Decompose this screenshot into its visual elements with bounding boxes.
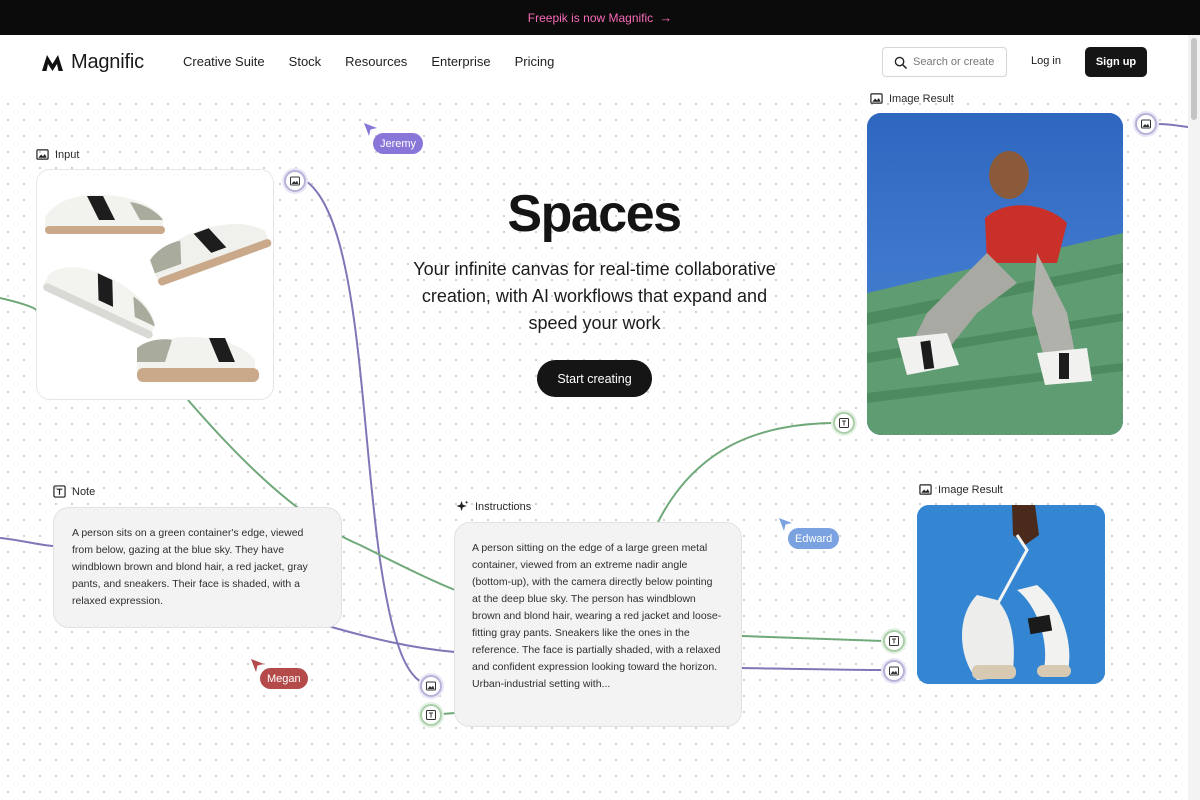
person-on-container-image bbox=[867, 113, 1123, 435]
nav-pricing[interactable]: Pricing bbox=[515, 54, 555, 69]
wire-left-green bbox=[0, 297, 38, 313]
image-result2-card[interactable] bbox=[917, 505, 1105, 684]
image-icon bbox=[919, 484, 932, 495]
text-icon bbox=[53, 485, 66, 498]
note-card[interactable]: A person sits on a green container's edg… bbox=[53, 507, 342, 628]
instructions-card[interactable]: A person sitting on the edge of a large … bbox=[454, 522, 742, 727]
wire-instructions-to-result bbox=[657, 422, 834, 523]
input-node-label: Input bbox=[36, 148, 79, 161]
instructions-text-port[interactable] bbox=[420, 704, 442, 726]
wire-note-left bbox=[0, 537, 54, 547]
image-result-label: Image Result bbox=[870, 92, 954, 105]
image-result2-label-text: Image Result bbox=[938, 483, 1003, 496]
scrollbar-thumb[interactable] bbox=[1191, 38, 1197, 120]
image-icon bbox=[870, 93, 883, 104]
search-input[interactable] bbox=[913, 56, 1003, 68]
instructions-text: A person sitting on the edge of a large … bbox=[472, 542, 722, 690]
wire-result-right bbox=[1156, 123, 1188, 128]
scrollbar[interactable] bbox=[1188, 35, 1200, 800]
top-navbar: Magnific Creative Suite Stock Resources … bbox=[0, 35, 1188, 89]
announcement-banner[interactable]: Freepik is now Magnific → bbox=[0, 0, 1200, 35]
wire-instructions-in bbox=[441, 712, 456, 715]
logo-text: Magnific bbox=[71, 51, 144, 73]
wire-instructions-to-result2-purple bbox=[741, 667, 884, 671]
nav-enterprise[interactable]: Enterprise bbox=[431, 54, 490, 69]
image-result-output-port[interactable] bbox=[1135, 113, 1157, 135]
jeremy-name-tag: Jeremy bbox=[373, 133, 424, 154]
image-icon bbox=[426, 681, 436, 691]
magnific-logo-icon bbox=[42, 54, 63, 71]
cursor-arrow-icon bbox=[779, 518, 792, 531]
nav-resources[interactable]: Resources bbox=[345, 54, 407, 69]
note-text: A person sits on a green container's edg… bbox=[72, 527, 308, 607]
text-icon bbox=[839, 418, 849, 428]
image-icon bbox=[36, 149, 49, 160]
nav-creative-suite[interactable]: Creative Suite bbox=[183, 54, 265, 69]
arrow-right-icon: → bbox=[659, 10, 673, 25]
image-result2-text-port[interactable] bbox=[883, 630, 905, 652]
nav-stock[interactable]: Stock bbox=[289, 54, 322, 69]
sparkle-icon bbox=[456, 500, 469, 512]
hero-subtitle: Your infinite canvas for real-time colla… bbox=[413, 259, 776, 333]
image-result-label-text: Image Result bbox=[889, 92, 954, 105]
instructions-label-text: Instructions bbox=[475, 500, 532, 513]
wire-instructions-to-result2-green bbox=[741, 635, 884, 642]
nav-links: Creative Suite Stock Resources Enterpris… bbox=[183, 54, 554, 69]
input-label-text: Input bbox=[55, 148, 80, 161]
start-creating-button[interactable]: Start creating bbox=[537, 360, 652, 397]
image-result2-label: Image Result bbox=[919, 483, 1003, 496]
edward-name-tag: Edward bbox=[788, 528, 840, 549]
cursor-arrow-icon bbox=[364, 123, 377, 136]
banner-text[interactable]: Freepik is now Magnific bbox=[528, 11, 653, 25]
instructions-image-port[interactable] bbox=[420, 675, 442, 697]
text-icon bbox=[426, 710, 436, 720]
image-icon bbox=[889, 666, 899, 676]
search-box[interactable] bbox=[882, 47, 1007, 77]
image-result-card[interactable] bbox=[867, 113, 1123, 435]
image-result-input-port[interactable] bbox=[833, 412, 855, 434]
signup-button[interactable]: Sign up bbox=[1085, 47, 1147, 77]
hero-title: Spaces bbox=[507, 185, 682, 243]
cursor-arrow-icon bbox=[251, 659, 264, 672]
hand-holding-sneakers-image bbox=[917, 505, 1105, 684]
note-node-label: Note bbox=[53, 485, 95, 498]
instructions-node-label: Instructions bbox=[456, 500, 531, 513]
search-icon bbox=[894, 56, 907, 69]
login-link[interactable]: Log in bbox=[1031, 55, 1061, 67]
image-icon bbox=[1141, 119, 1151, 129]
logo[interactable]: Magnific bbox=[42, 51, 144, 74]
image-result2-image-port[interactable] bbox=[883, 660, 905, 682]
note-label-text: Note bbox=[72, 485, 96, 498]
wire-note-to-instructions bbox=[327, 625, 456, 653]
megan-name-tag: Megan bbox=[260, 668, 308, 689]
text-icon bbox=[889, 636, 899, 646]
